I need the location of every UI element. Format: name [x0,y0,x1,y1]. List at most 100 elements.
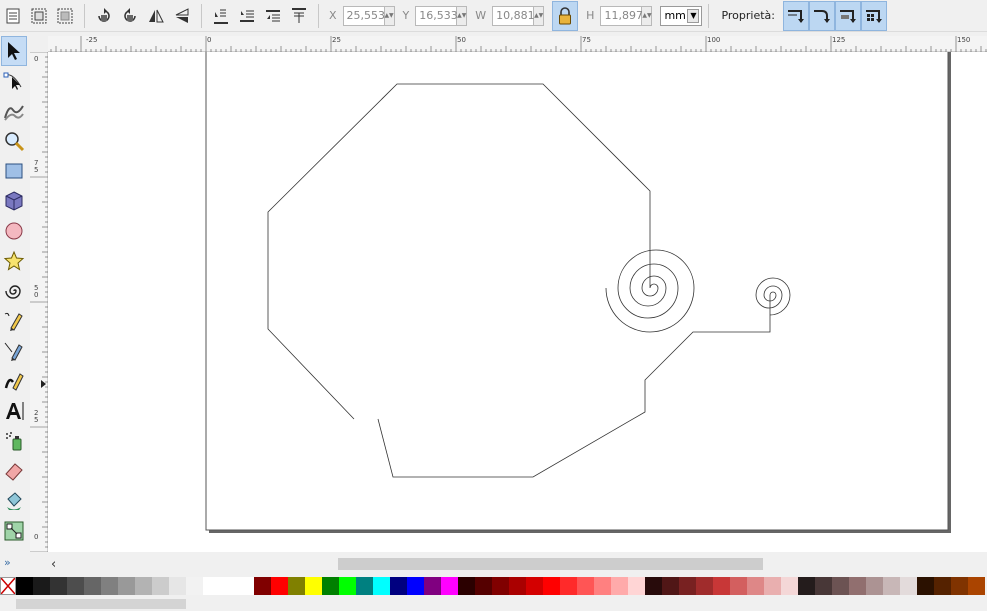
rotate-cw-icon[interactable] [118,4,142,28]
color-swatch[interactable] [254,577,271,595]
pen-tool[interactable] [1,336,27,366]
drawing-canvas[interactable] [48,52,987,552]
scale-corners-button[interactable] [809,0,835,31]
color-swatch[interactable] [322,577,339,595]
color-swatch[interactable] [594,577,611,595]
color-swatch[interactable] [849,577,866,595]
color-swatch[interactable] [900,577,917,595]
x-spin-icon[interactable]: ▲▼ [384,5,395,26]
select-all-in-all-layers-icon[interactable] [27,4,51,28]
color-swatch[interactable] [679,577,696,595]
palette-scroll-thumb[interactable] [16,599,186,609]
raise-to-top-icon[interactable] [287,4,311,28]
eraser-tool[interactable] [1,456,27,486]
paint-bucket-tool[interactable] [1,486,27,516]
unit-dropdown[interactable]: mm ▼ [660,5,703,26]
3d-box-tool[interactable] [1,186,27,216]
y-field[interactable]: 16,533 [415,5,458,26]
color-swatch[interactable] [883,577,900,595]
color-swatch[interactable] [237,577,254,595]
horizontal-scrollbar[interactable]: ‹ [48,555,987,573]
deselect-icon[interactable] [53,4,77,28]
color-swatch[interactable] [798,577,815,595]
rectangle-tool[interactable] [1,156,27,186]
color-swatch[interactable] [305,577,322,595]
color-swatch[interactable] [781,577,798,595]
color-swatch[interactable] [152,577,169,595]
color-swatch[interactable] [135,577,152,595]
star-tool[interactable] [1,246,27,276]
color-swatch[interactable] [645,577,662,595]
color-swatch[interactable] [662,577,679,595]
color-swatch[interactable] [169,577,186,595]
scrollbar-thumb[interactable] [338,558,763,570]
color-swatch[interactable] [968,577,985,595]
w-field[interactable]: 10,881 [492,5,535,26]
flip-horizontal-icon[interactable] [144,4,168,28]
zoom-tool[interactable] [1,126,27,156]
selector-tool[interactable] [1,36,27,66]
ellipse-tool[interactable] [1,216,27,246]
lower-to-bottom-icon[interactable] [209,4,233,28]
color-swatch[interactable] [475,577,492,595]
color-swatch[interactable] [356,577,373,595]
color-swatch[interactable] [220,577,237,595]
color-swatch[interactable] [815,577,832,595]
spiral-tool[interactable] [1,276,27,306]
color-swatch[interactable] [390,577,407,595]
color-swatch[interactable] [934,577,951,595]
select-all-icon[interactable] [1,4,25,28]
scale-stroke-button[interactable] [783,0,809,31]
lower-icon[interactable] [235,4,259,28]
color-swatch[interactable] [832,577,849,595]
lock-ratio-button[interactable] [552,0,579,31]
color-swatch[interactable] [577,577,594,595]
color-swatch[interactable] [16,577,33,595]
color-swatch[interactable] [339,577,356,595]
color-swatch[interactable] [696,577,713,595]
color-swatch[interactable] [84,577,101,595]
pencil-tool[interactable] [1,306,27,336]
color-swatch[interactable] [271,577,288,595]
color-swatch[interactable] [441,577,458,595]
flip-vertical-icon[interactable] [170,4,194,28]
calligraphy-tool[interactable] [1,366,27,396]
color-swatch[interactable] [866,577,883,595]
spray-tool[interactable] [1,426,27,456]
color-swatch[interactable] [50,577,67,595]
color-swatch[interactable] [203,577,220,595]
color-swatch[interactable] [560,577,577,595]
color-swatch[interactable] [611,577,628,595]
connector-tool[interactable] [1,516,27,546]
color-swatch[interactable] [543,577,560,595]
text-tool[interactable] [1,396,27,426]
tweak-tool[interactable] [1,96,27,126]
transform-patterns-button[interactable] [861,0,887,31]
color-swatch[interactable] [730,577,747,595]
color-swatch[interactable] [492,577,509,595]
color-swatch[interactable] [186,577,203,595]
node-tool[interactable] [1,66,27,96]
color-swatch[interactable] [713,577,730,595]
scroll-left-icon[interactable]: ‹ [51,557,56,572]
no-color-swatch[interactable] [0,577,16,595]
color-swatch[interactable] [407,577,424,595]
w-spin-icon[interactable]: ▲▼ [534,5,545,26]
color-swatch[interactable] [917,577,934,595]
color-swatch[interactable] [101,577,118,595]
x-field[interactable]: 25,553 [342,5,385,26]
rotate-ccw-icon[interactable] [92,4,116,28]
color-swatch[interactable] [373,577,390,595]
y-spin-icon[interactable]: ▲▼ [457,5,468,26]
color-swatch[interactable] [288,577,305,595]
color-swatch[interactable] [526,577,543,595]
color-swatch[interactable] [509,577,526,595]
toolbox-more-icon[interactable]: » [4,556,11,569]
color-swatch[interactable] [764,577,781,595]
color-swatch[interactable] [747,577,764,595]
color-swatch[interactable] [67,577,84,595]
raise-icon[interactable] [261,4,285,28]
color-swatch[interactable] [458,577,475,595]
color-swatch[interactable] [951,577,968,595]
transform-gradients-button[interactable] [835,0,861,31]
